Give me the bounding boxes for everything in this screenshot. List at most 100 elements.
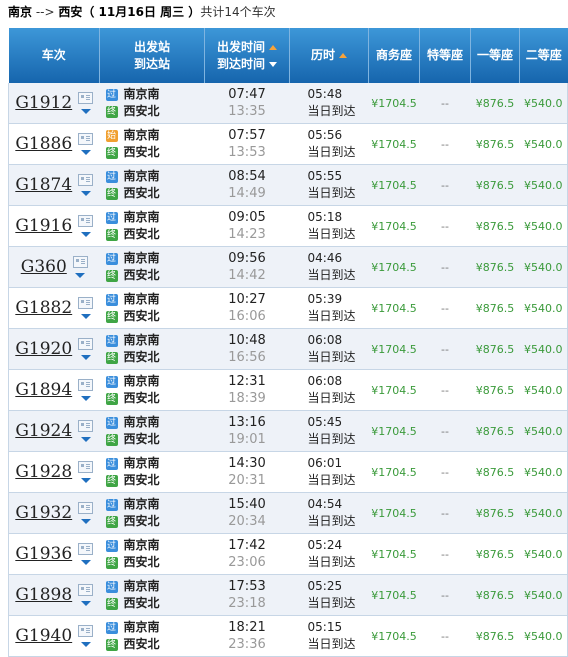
chevron-down-icon[interactable] [75, 273, 86, 278]
special-price: -- [419, 533, 471, 575]
second-price: ¥540.0 [519, 123, 568, 165]
train-table: 车次 出发站 到达站 出发时间 到达时间 历时 商务座 特等座 一等座 二等座 G1… [8, 28, 568, 657]
arrive-note: 当日到达 [307, 514, 356, 528]
from-city: 南京 [8, 5, 33, 19]
train-number-link[interactable]: G1886 [15, 134, 72, 154]
departure-station: 南京南 [123, 292, 160, 306]
train-number-link[interactable]: G1920 [15, 339, 72, 359]
departure-time: 17:53 [228, 579, 266, 594]
stations-cell: 过南京南终西安北 [99, 492, 205, 534]
chevron-down-icon[interactable] [80, 150, 91, 155]
sort-down-icon[interactable] [269, 61, 277, 67]
times-cell: 09:05 14:23 [204, 205, 290, 247]
train-info-icon[interactable] [78, 625, 94, 637]
arrive-note: 当日到达 [307, 555, 356, 569]
terminal-station-icon: 终 [105, 392, 118, 405]
special-price: -- [419, 287, 471, 329]
second-price: ¥540.0 [519, 533, 568, 575]
times-cell: 10:48 16:56 [204, 328, 290, 370]
departure-station: 南京南 [123, 538, 160, 552]
first-price: ¥876.5 [470, 492, 520, 534]
pass-station-icon: 过 [105, 375, 118, 388]
train-info-icon[interactable] [78, 461, 94, 473]
stations-cell: 过南京南终西安北 [99, 164, 205, 206]
chevron-down-icon[interactable] [80, 191, 91, 196]
train-info-icon[interactable] [78, 584, 94, 596]
chevron-down-icon[interactable] [80, 109, 91, 114]
table-row: G1932 过南京南终西安北 15:40 20:34 04:54 当日到达 ¥1704.5-… [8, 492, 568, 534]
train-info-icon[interactable] [72, 256, 88, 268]
train-info-icon[interactable] [78, 338, 94, 350]
table-row: G1886 始南京南终西安北 07:57 13:53 05:56 当日到达 ¥1704.5-… [8, 123, 568, 165]
departure-station: 南京南 [123, 169, 160, 183]
chevron-down-icon[interactable] [80, 519, 91, 524]
train-cell: G1940 [8, 615, 100, 657]
train-info-icon[interactable] [78, 379, 94, 391]
train-number-link[interactable]: G1932 [15, 503, 72, 523]
train-number-link[interactable]: G1916 [15, 216, 72, 236]
train-number-link[interactable]: G1874 [15, 175, 72, 195]
arrive-note: 当日到达 [307, 391, 356, 405]
train-number-link[interactable]: G1940 [15, 626, 72, 646]
train-number-link[interactable]: G360 [21, 257, 67, 277]
special-price: -- [419, 83, 471, 124]
train-number-link[interactable]: G1936 [15, 544, 72, 564]
stations-cell: 过南京南终西安北 [99, 369, 205, 411]
train-number-link[interactable]: G1898 [15, 585, 72, 605]
chevron-down-icon[interactable] [80, 232, 91, 237]
train-number-link[interactable]: G1928 [15, 462, 72, 482]
chevron-down-icon[interactable] [80, 601, 91, 606]
first-price: ¥876.5 [470, 615, 520, 657]
special-price: -- [419, 492, 471, 534]
terminal-station-icon: 终 [105, 474, 118, 487]
stations-cell: 过南京南终西安北 [99, 574, 205, 616]
departure-time: 09:05 [228, 210, 266, 225]
stations-cell: 过南京南终西安北 [99, 287, 205, 329]
chevron-down-icon[interactable] [80, 560, 91, 565]
train-number-link[interactable]: G1912 [15, 93, 72, 113]
business-price: ¥1704.5 [368, 615, 420, 657]
train-info-icon[interactable] [78, 502, 94, 514]
arrival-time: 19:01 [228, 432, 266, 447]
departure-time: 13:16 [228, 415, 266, 430]
train-info-icon[interactable] [78, 215, 94, 227]
to-city: 西安 [58, 5, 83, 19]
chevron-down-icon[interactable] [80, 355, 91, 360]
first-price: ¥876.5 [470, 287, 520, 329]
second-price: ¥540.0 [519, 451, 568, 493]
train-info-icon[interactable] [78, 297, 94, 309]
header-stations: 出发站 到达站 [99, 28, 205, 83]
departure-time: 12:31 [228, 374, 266, 389]
terminal-station-icon: 终 [105, 105, 118, 118]
train-info-icon[interactable] [78, 174, 94, 186]
sort-up-icon[interactable] [269, 44, 277, 50]
stations-cell: 过南京南终西安北 [99, 410, 205, 452]
chevron-down-icon[interactable] [80, 478, 91, 483]
times-cell: 17:42 23:06 [204, 533, 290, 575]
header-first-seat: 一等座 [470, 28, 520, 83]
train-number-link[interactable]: G1882 [15, 298, 72, 318]
business-price: ¥1704.5 [368, 492, 420, 534]
header-duration[interactable]: 历时 [289, 28, 369, 83]
pass-station-icon: 过 [105, 293, 118, 306]
chevron-down-icon[interactable] [80, 437, 91, 442]
chevron-down-icon[interactable] [80, 642, 91, 647]
train-info-icon[interactable] [78, 92, 94, 104]
train-number-link[interactable]: G1894 [15, 380, 72, 400]
train-count: 共计14个车次 [200, 5, 276, 19]
train-info-icon[interactable] [78, 420, 94, 432]
special-price: -- [419, 451, 471, 493]
chevron-down-icon[interactable] [80, 314, 91, 319]
chevron-down-icon[interactable] [80, 396, 91, 401]
train-info-icon[interactable] [78, 543, 94, 555]
special-price: -- [419, 328, 471, 370]
train-number-link[interactable]: G1924 [15, 421, 72, 441]
train-info-icon[interactable] [78, 133, 94, 145]
route-arrow: --> [32, 5, 59, 19]
duration: 05:39 [307, 292, 343, 306]
special-price: -- [419, 574, 471, 616]
header-times[interactable]: 出发时间 到达时间 [204, 28, 290, 83]
sort-duration-icon[interactable] [339, 53, 347, 58]
arrive-note: 当日到达 [307, 104, 356, 118]
travel-date: （ 11月16日 周三 ） [82, 5, 201, 19]
